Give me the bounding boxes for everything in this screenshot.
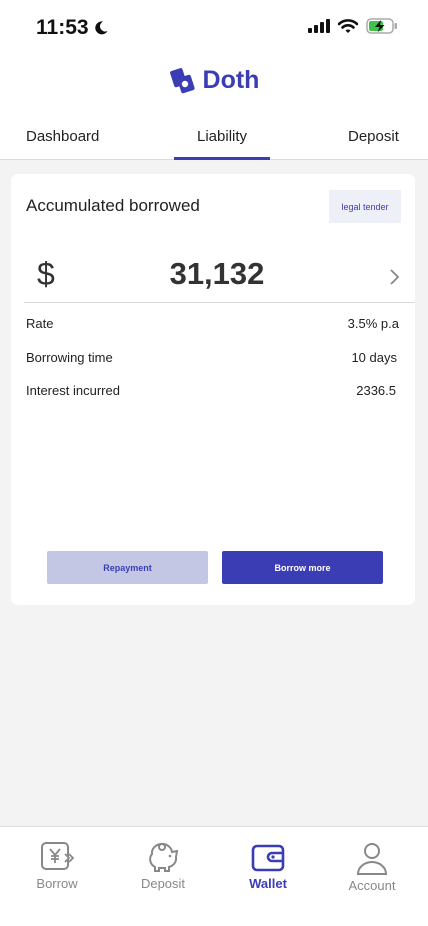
rate-value: 3.5% p.a [347,316,399,331]
signal-icon [308,19,330,33]
brand-name: Doth [202,66,260,94]
repayment-button[interactable]: Repayment [47,551,208,584]
divider [24,302,415,303]
person-icon [356,843,388,875]
piggy-bank-icon [149,843,179,872]
borrowing-time-row: Borrowing time 10 days [26,350,399,365]
borrow-more-button[interactable]: Borrow more [222,551,383,584]
moon-icon [94,21,108,35]
liability-card: Accumulated borrowed legal tender $ 31,1… [11,174,415,605]
bottom-nav: Borrow Deposit Wallet Account [0,826,428,926]
tab-bar: Dashboard Liability Deposit [0,128,428,160]
time-text: 11:53 [36,16,89,39]
nav-wallet[interactable]: Wallet [223,841,313,891]
header: Doth Dashboard Liability Deposit [0,56,428,160]
rate-row: Rate 3.5% p.a [26,316,399,331]
status-time: 11:53 [36,16,109,40]
borrowing-time-value: 10 days [351,350,397,365]
nav-wallet-label: Wallet [249,876,287,891]
wifi-icon [338,18,358,33]
borrow-icon [41,842,75,870]
status-icons [308,18,398,34]
nav-borrow[interactable]: Borrow [12,841,102,891]
tab-liability[interactable]: Liability [173,128,271,160]
nav-borrow-label: Borrow [36,876,78,891]
borrowed-amount: 31,132 [169,256,265,291]
nav-account[interactable]: Account [327,841,417,893]
rate-label: Rate [26,316,54,331]
card-title: Accumulated borrowed [26,196,200,215]
nav-deposit[interactable]: Deposit [118,841,208,891]
tab-deposit[interactable]: Deposit [348,128,399,160]
battery-icon [366,18,397,34]
nav-account-label: Account [348,878,396,893]
tab-dashboard[interactable]: Dashboard [26,128,99,160]
legal-tender-button[interactable]: legal tender [329,190,401,223]
doth-logo-icon [169,67,195,93]
wallet-icon [251,844,285,872]
interest-label: Interest incurred [26,383,120,398]
status-bar: 11:53 [0,0,428,56]
brand: Doth [0,66,428,95]
chevron-right-icon[interactable] [389,268,401,286]
borrowing-time-label: Borrowing time [26,350,113,365]
interest-value: 2336.5 [356,383,396,398]
nav-deposit-label: Deposit [140,876,186,891]
interest-row: Interest incurred 2336.5 [26,383,399,398]
